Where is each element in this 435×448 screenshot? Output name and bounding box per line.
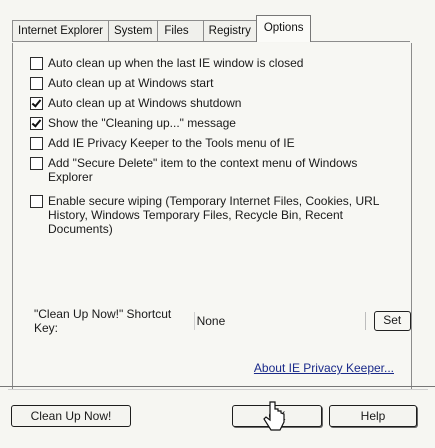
checkbox[interactable] [30,97,43,110]
checkbox[interactable] [30,57,43,70]
options-panel: Auto clean up when the last IE window is… [12,43,412,389]
option-show-cleaning-message[interactable]: Show the "Cleaning up..." message [30,116,398,130]
option-label: Auto clean up when the last IE window is… [48,56,304,70]
tab-internet-explorer[interactable]: Internet Explorer [12,20,109,41]
checkbox[interactable] [30,137,43,150]
help-button[interactable]: Help [329,405,417,427]
checkbox[interactable] [30,117,43,130]
checkbox[interactable] [30,195,43,208]
option-label: Add "Secure Delete" item to the context … [48,156,358,184]
shortcut-key-label: "Clean Up Now!" Shortcut Key: [34,307,172,335]
tab-files[interactable]: Files [157,20,203,41]
checkbox[interactable] [30,157,43,170]
tab-options[interactable]: Options [255,15,312,42]
tab-strip: Internet Explorer System Files Registry … [12,14,410,44]
clean-up-now-button[interactable]: Clean Up Now! [11,405,131,427]
footer-divider-light [8,389,428,390]
footer-divider [0,386,435,387]
option-auto-clean-last-window[interactable]: Auto clean up when the last IE window is… [30,56,398,70]
option-label: Add IE Privacy Keeper to the Tools menu … [48,136,295,150]
options-dialog: Internet Explorer System Files Registry … [0,0,435,448]
checkbox[interactable] [30,77,43,90]
tab-system[interactable]: System [108,20,158,41]
set-shortcut-button[interactable]: Set [373,311,411,331]
about-link[interactable]: About IE Privacy Keeper... [254,361,394,375]
tab-underline [12,41,410,42]
option-add-to-tools-menu[interactable]: Add IE Privacy Keeper to the Tools menu … [30,136,398,150]
mouse-cursor-icon [263,401,285,431]
option-label: Auto clean up at Windows shutdown [48,96,242,110]
option-secure-wiping[interactable]: Enable secure wiping (Temporary Internet… [30,194,393,236]
option-secure-delete-context-menu[interactable]: Add "Secure Delete" item to the context … [30,156,378,184]
option-label: Show the "Cleaning up..." message [48,116,236,130]
shortcut-key-row: "Clean Up Now!" Shortcut Key: None Set [34,307,411,335]
tab-registry[interactable]: Registry [202,20,256,41]
option-auto-clean-windows-shutdown[interactable]: Auto clean up at Windows shutdown [30,96,398,110]
shortcut-key-field[interactable]: None [193,312,366,330]
option-label: Auto clean up at Windows start [48,76,214,90]
option-auto-clean-windows-start[interactable]: Auto clean up at Windows start [30,76,398,90]
option-label: Enable secure wiping (Temporary Internet… [48,194,380,236]
